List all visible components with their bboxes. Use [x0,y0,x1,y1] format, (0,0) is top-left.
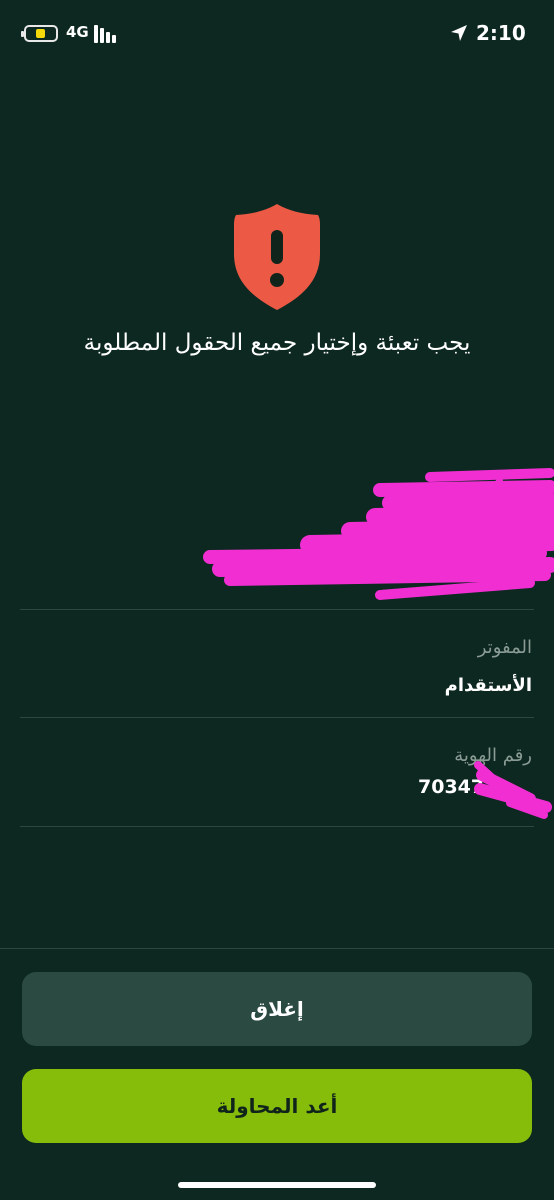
status-bar: 4G 2:10 [0,0,554,68]
shield-exclamation-icon [234,204,320,310]
divider [0,948,554,949]
close-button[interactable]: إغلاق [22,972,532,1046]
home-indicator[interactable] [178,1182,376,1188]
clock: 2:10 [476,21,526,45]
signal-icon [94,25,120,43]
divider [20,717,534,718]
retry-button[interactable]: أعد المحاولة [22,1069,532,1143]
divider [20,609,534,610]
location-arrow-icon [451,25,467,41]
redaction-scribble [474,761,552,819]
field-value-biller: الأستقدام [444,675,532,696]
redaction-scribble [203,468,554,600]
screen: 4G 2:10 يجب تعبئة وإختيار جميع الحقول ال… [0,0,554,1200]
divider [20,826,534,827]
network-type: 4G [66,23,89,41]
battery-icon [21,25,58,42]
alert-message: يجب تعبئة وإختيار جميع الحقول المطلوبة [83,330,471,356]
field-label-biller: المفوتر [477,637,532,658]
